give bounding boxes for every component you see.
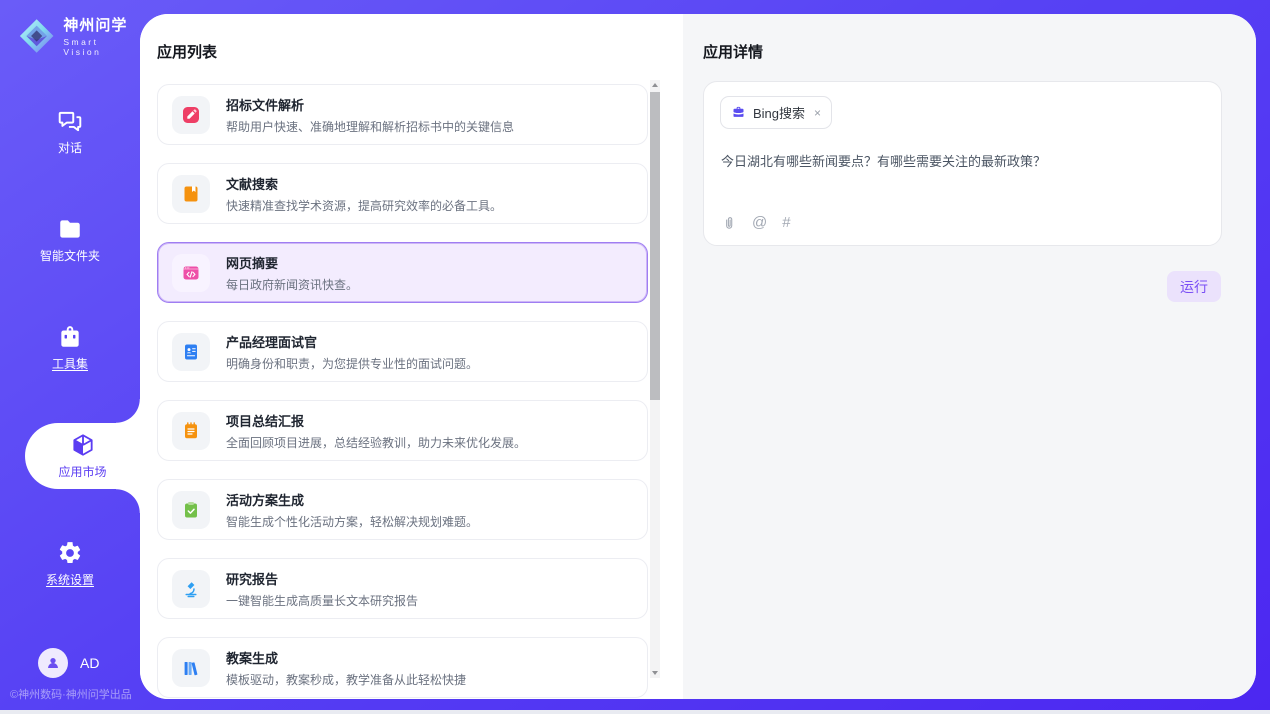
sidebar-item-app-market[interactable]: 应用市场 (25, 423, 140, 489)
app-card-event-plan[interactable]: 活动方案生成 智能生成个性化活动方案，轻松解决规划难题。 (157, 479, 648, 540)
app-card-title: 文献搜索 (226, 174, 502, 193)
edit-doc-icon (181, 105, 201, 125)
brand-logo: 神州问学 Smart Vision (18, 14, 140, 57)
icon-tile (172, 254, 210, 292)
app-card-desc: 帮助用户快速、准确地理解和解析招标书中的关键信息 (226, 118, 514, 135)
attachment-toolbar: @ # (721, 214, 791, 231)
icon-tile (172, 175, 210, 213)
app-card-bid-parse[interactable]: 招标文件解析 帮助用户快速、准确地理解和解析招标书中的关键信息 (157, 84, 648, 145)
cube-icon (70, 432, 96, 458)
app-card-desc: 每日政府新闻资讯快查。 (226, 276, 358, 293)
app-card-desc: 全面回顾项目进展，总结经验教训，助力未来优化发展。 (226, 434, 526, 451)
icon-tile (172, 333, 210, 371)
sidebar-item-label: 应用市场 (58, 463, 106, 480)
icon-tile (172, 570, 210, 608)
app-card-title: 研究报告 (226, 569, 418, 588)
user-initials: AD (80, 655, 99, 671)
gem-logo-icon (18, 17, 55, 55)
icon-tile (172, 96, 210, 134)
app-list-panel: 应用列表 招标文件解析 帮助用户快速、准确地理解和解析招标书中的关键信息 (140, 14, 683, 699)
app-card-title: 教案生成 (226, 648, 466, 667)
run-button[interactable]: 运行 (1167, 271, 1221, 302)
sidebar-item-label: 智能文件夹 (40, 247, 100, 264)
avatar[interactable] (38, 648, 68, 678)
app-card-title: 活动方案生成 (226, 490, 478, 509)
scrollbar-thumb[interactable] (650, 92, 660, 400)
app-card-web-summary[interactable]: 网页摘要 每日政府新闻资讯快查。 (157, 242, 648, 303)
paperclip-icon[interactable] (721, 215, 737, 231)
app-card-title: 产品经理面试官 (226, 332, 478, 351)
app-card-desc: 模板驱动，教案秒成，教学准备从此轻松快捷 (226, 671, 466, 688)
notepad-icon (181, 421, 201, 441)
user-row[interactable]: AD (38, 648, 99, 678)
mention-icon[interactable]: @ (752, 214, 767, 231)
app-detail-title: 应用详情 (703, 41, 763, 62)
sidebar-item-chat[interactable]: 对话 (0, 99, 140, 165)
prompt-text-input[interactable]: 今日湖北有哪些新闻要点？有哪些需要关注的最新政策？ (721, 152, 1205, 172)
app-card-pm-interviewer[interactable]: 产品经理面试官 明确身份和职责，为您提供专业性的面试问题。 (157, 321, 648, 382)
list-scrollbar[interactable] (650, 80, 660, 678)
microscope-icon (181, 579, 201, 599)
books-icon (181, 658, 201, 678)
book-icon (181, 184, 201, 204)
brand-name: 神州问学 (63, 14, 140, 35)
briefcase-icon (731, 105, 746, 120)
sidebar-item-toolset[interactable]: 工具集 (0, 315, 140, 381)
scrollbar-down-arrow[interactable] (650, 668, 660, 678)
sidebar-item-smart-folder[interactable]: 智能文件夹 (0, 207, 140, 273)
sidebar-item-label: 系统设置 (46, 571, 94, 588)
clipboard-check-icon (181, 500, 201, 520)
app-card-desc: 快速精准查找学术资源，提高研究效率的必备工具。 (226, 197, 502, 214)
toolbox-icon (57, 324, 83, 350)
app-list-title: 应用列表 (157, 41, 217, 62)
folder-icon (57, 216, 83, 242)
app-card-desc: 一键智能生成高质量长文本研究报告 (226, 592, 418, 609)
app-card-project-summary[interactable]: 项目总结汇报 全面回顾项目进展，总结经验教训，助力未来优化发展。 (157, 400, 648, 461)
app-card-lesson-plan[interactable]: 教案生成 模板驱动，教案秒成，教学准备从此轻松快捷 (157, 637, 648, 698)
app-card-title: 网页摘要 (226, 253, 358, 272)
sidebar: 神州问学 Smart Vision 对话 智能文件夹 (0, 0, 140, 710)
tool-chip-label: Bing搜索 (753, 103, 805, 122)
app-card-literature-search[interactable]: 文献搜索 快速精准查找学术资源，提高研究效率的必备工具。 (157, 163, 648, 224)
content-sheet: 应用列表 招标文件解析 帮助用户快速、准确地理解和解析招标书中的关键信息 (140, 14, 1256, 699)
sidebar-footer: ©神州数码·神州问学出品 (10, 686, 132, 702)
app-card-title: 招标文件解析 (226, 95, 514, 114)
gear-icon (57, 540, 83, 566)
app-card-desc: 明确身份和职责，为您提供专业性的面试问题。 (226, 355, 478, 372)
chip-close-icon[interactable]: × (814, 106, 821, 120)
app-card-desc: 智能生成个性化活动方案，轻松解决规划难题。 (226, 513, 478, 530)
sidebar-nav: 对话 智能文件夹 工具集 (0, 99, 140, 639)
app-detail-panel: 应用详情 Bing搜索 × 今日湖北有哪些新闻要点？有哪些需要关注的最新政策？ … (683, 14, 1256, 699)
scrollbar-up-arrow[interactable] (650, 80, 660, 90)
icon-tile (172, 412, 210, 450)
resume-icon (181, 342, 201, 362)
app-card-list: 招标文件解析 帮助用户快速、准确地理解和解析招标书中的关键信息 文献搜索 快速精… (157, 84, 648, 699)
prompt-card: Bing搜索 × 今日湖北有哪些新闻要点？有哪些需要关注的最新政策？ @ # (703, 81, 1222, 246)
app-frame: 神州问学 Smart Vision 对话 智能文件夹 (0, 0, 1270, 710)
icon-tile (172, 491, 210, 529)
browser-code-icon (181, 263, 201, 283)
user-icon (45, 655, 61, 671)
app-card-research-report[interactable]: 研究报告 一键智能生成高质量长文本研究报告 (157, 558, 648, 619)
sidebar-item-label: 工具集 (52, 355, 88, 372)
sidebar-item-settings[interactable]: 系统设置 (0, 531, 140, 597)
chat-bubbles-icon (57, 108, 83, 134)
page-bottom-strip (0, 710, 1270, 714)
tool-chip-bing-search[interactable]: Bing搜索 × (720, 96, 832, 129)
brand-subtitle: Smart Vision (63, 37, 140, 57)
hashtag-icon[interactable]: # (782, 214, 790, 231)
icon-tile (172, 649, 210, 687)
app-card-title: 项目总结汇报 (226, 411, 526, 430)
sidebar-item-label: 对话 (58, 139, 82, 156)
